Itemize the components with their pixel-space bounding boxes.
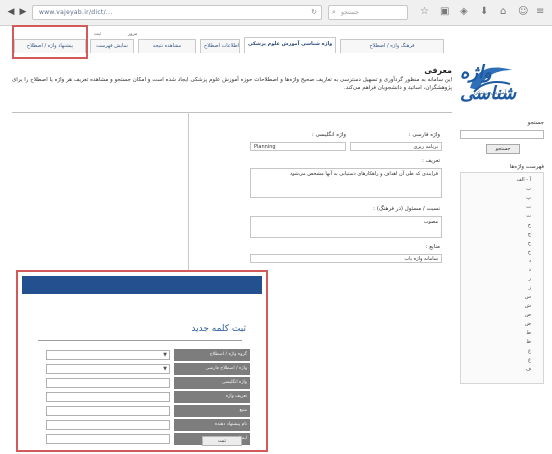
- tab-term-info[interactable]: اطلاعات اصطلاح: [200, 39, 240, 53]
- logo-text: واژه شناسی: [460, 62, 517, 104]
- letter-item[interactable]: ف: [526, 366, 531, 372]
- new-term-dialog: ثبت کلمه جدید ▼ گروه واژه / اصطلاح ▼ واژ…: [16, 270, 268, 452]
- english-value: Planning: [250, 142, 346, 151]
- sidebar: جستجو جستجو فهرست واژه‌ها آ - الف ب پ ت …: [456, 112, 548, 384]
- term-label: واژه فارسی :: [408, 132, 440, 138]
- dialog-header: [22, 276, 262, 294]
- page-title: معرفی: [424, 66, 452, 75]
- tab-highlight-box: [12, 25, 88, 59]
- source-label: منابع :: [425, 244, 440, 250]
- sidebar-search-label: جستجو: [527, 120, 544, 126]
- source-input[interactable]: [46, 406, 170, 416]
- letter-item[interactable]: ص: [525, 312, 531, 318]
- letter-item[interactable]: چ: [528, 231, 531, 237]
- letter-item[interactable]: ظ: [526, 339, 531, 345]
- sidebar-list-label: فهرست واژه‌ها: [509, 164, 544, 170]
- tab-sub-label: ثبت: [94, 32, 102, 37]
- submit-button[interactable]: ثبت: [202, 436, 242, 446]
- letter-item[interactable]: ح: [528, 240, 531, 246]
- sidebar-search-button[interactable]: جستجو: [486, 144, 520, 154]
- field-label: واژه انگلیسی: [174, 377, 250, 389]
- definition-label: تعریف :: [421, 158, 440, 164]
- english-term-input[interactable]: [46, 378, 170, 388]
- source-value: سامانه واژه یاب: [250, 254, 442, 263]
- bookmark-icon[interactable]: ▣: [440, 6, 449, 18]
- menu-icon[interactable]: ≡: [536, 6, 544, 18]
- letter-item[interactable]: ش: [525, 303, 531, 309]
- logo-subtitle: آموزش پزشکی: [474, 90, 507, 96]
- url-text: www.vajeyab.ir/dict/...: [39, 9, 113, 16]
- status-value: مصوب: [250, 216, 442, 238]
- site-logo: واژه شناسی آموزش پزشکی: [460, 56, 550, 106]
- letter-item[interactable]: ج: [528, 222, 531, 228]
- browser-search-placeholder: جستجو: [341, 9, 359, 16]
- browser-toolbar: ◀ ▶ www.vajeyab.ir/dict/... ↻ ⌕ جستجو ☆ …: [0, 0, 552, 26]
- letter-list: آ - الف ب پ ت ث ج چ ح خ د ذ ر ز س ش ص ض …: [460, 172, 544, 384]
- letter-item[interactable]: ث: [526, 213, 531, 219]
- browser-search-box[interactable]: ⌕ جستجو: [328, 5, 408, 20]
- letter-item[interactable]: ذ: [529, 267, 531, 273]
- field-label: نام پیشنهاد دهنده: [174, 419, 250, 431]
- letter-item[interactable]: ض: [525, 321, 531, 327]
- term-group-select[interactable]: ▼: [46, 350, 170, 360]
- field-label: واژه / اصطلاح فارسی: [174, 363, 250, 375]
- address-bar[interactable]: www.vajeyab.ir/dict/... ↻: [32, 5, 322, 20]
- term-details: واژه فارسی : واژه انگلیسی : برنامه ریزی …: [240, 128, 446, 268]
- definition-input[interactable]: [46, 392, 170, 402]
- tab-results[interactable]: مشاهده نتیجه: [138, 39, 196, 53]
- letter-item[interactable]: ع: [528, 348, 531, 354]
- sidebar-search-input[interactable]: [460, 130, 544, 139]
- chat-icon[interactable]: ☺: [518, 6, 528, 18]
- term-value: برنامه ریزی: [350, 142, 442, 151]
- persian-term-select[interactable]: ▼: [46, 364, 170, 374]
- tab-sub-label: مرور: [128, 32, 138, 37]
- dialog-divider: [38, 340, 242, 341]
- letter-item[interactable]: ر: [529, 276, 531, 282]
- field-label: منبع: [174, 405, 250, 417]
- letter-item[interactable]: غ: [528, 357, 531, 363]
- tab-list[interactable]: نمایش فهرست: [90, 39, 134, 53]
- letter-item[interactable]: پ: [526, 195, 531, 201]
- letter-item[interactable]: س: [525, 294, 531, 300]
- forward-icon[interactable]: ▶: [18, 7, 28, 17]
- reload-icon[interactable]: ↻: [311, 8, 317, 16]
- letter-item[interactable]: د: [529, 258, 531, 264]
- letter-item[interactable]: ز: [529, 285, 531, 291]
- divider: [12, 112, 452, 113]
- shield-icon[interactable]: ◈: [460, 6, 468, 18]
- letter-item[interactable]: خ: [528, 249, 531, 255]
- letter-item[interactable]: آ - الف: [517, 177, 531, 183]
- chevron-down-icon: ▼: [163, 366, 167, 372]
- suggester-name-input[interactable]: [46, 420, 170, 430]
- letter-item[interactable]: ب: [526, 186, 531, 192]
- tab-medical-terminology[interactable]: واژه شناسی آموزش علوم پزشکی: [244, 37, 336, 53]
- letter-item[interactable]: ط: [526, 330, 531, 336]
- search-icon: ⌕: [332, 8, 336, 16]
- download-icon[interactable]: ⬇: [480, 6, 488, 18]
- tab-glossary[interactable]: فرهنگ واژه / اصطلاح: [340, 39, 444, 53]
- home-icon[interactable]: ⌂: [500, 6, 506, 18]
- chevron-down-icon: ▼: [163, 352, 167, 358]
- email-field[interactable]: [46, 434, 170, 444]
- star-icon[interactable]: ☆: [420, 6, 429, 18]
- page-intro-text: این سامانه به منظور گردآوری و تسهیل دستر…: [12, 77, 452, 91]
- field-label: گروه واژه / اصطلاح: [174, 349, 250, 361]
- dialog-title: ثبت کلمه جدید: [191, 324, 246, 334]
- definition-value: فرایندی که طی آن اهداف و راهکارهای دستیا…: [250, 168, 442, 198]
- english-label: واژه انگلیسی :: [311, 132, 346, 138]
- field-label: تعریف واژه: [174, 391, 250, 403]
- column-divider: [188, 112, 189, 282]
- status-label: نسبت / مسئول (در فرهنگ) :: [373, 206, 440, 212]
- letter-item[interactable]: ت: [526, 204, 531, 210]
- back-icon[interactable]: ◀: [6, 7, 16, 17]
